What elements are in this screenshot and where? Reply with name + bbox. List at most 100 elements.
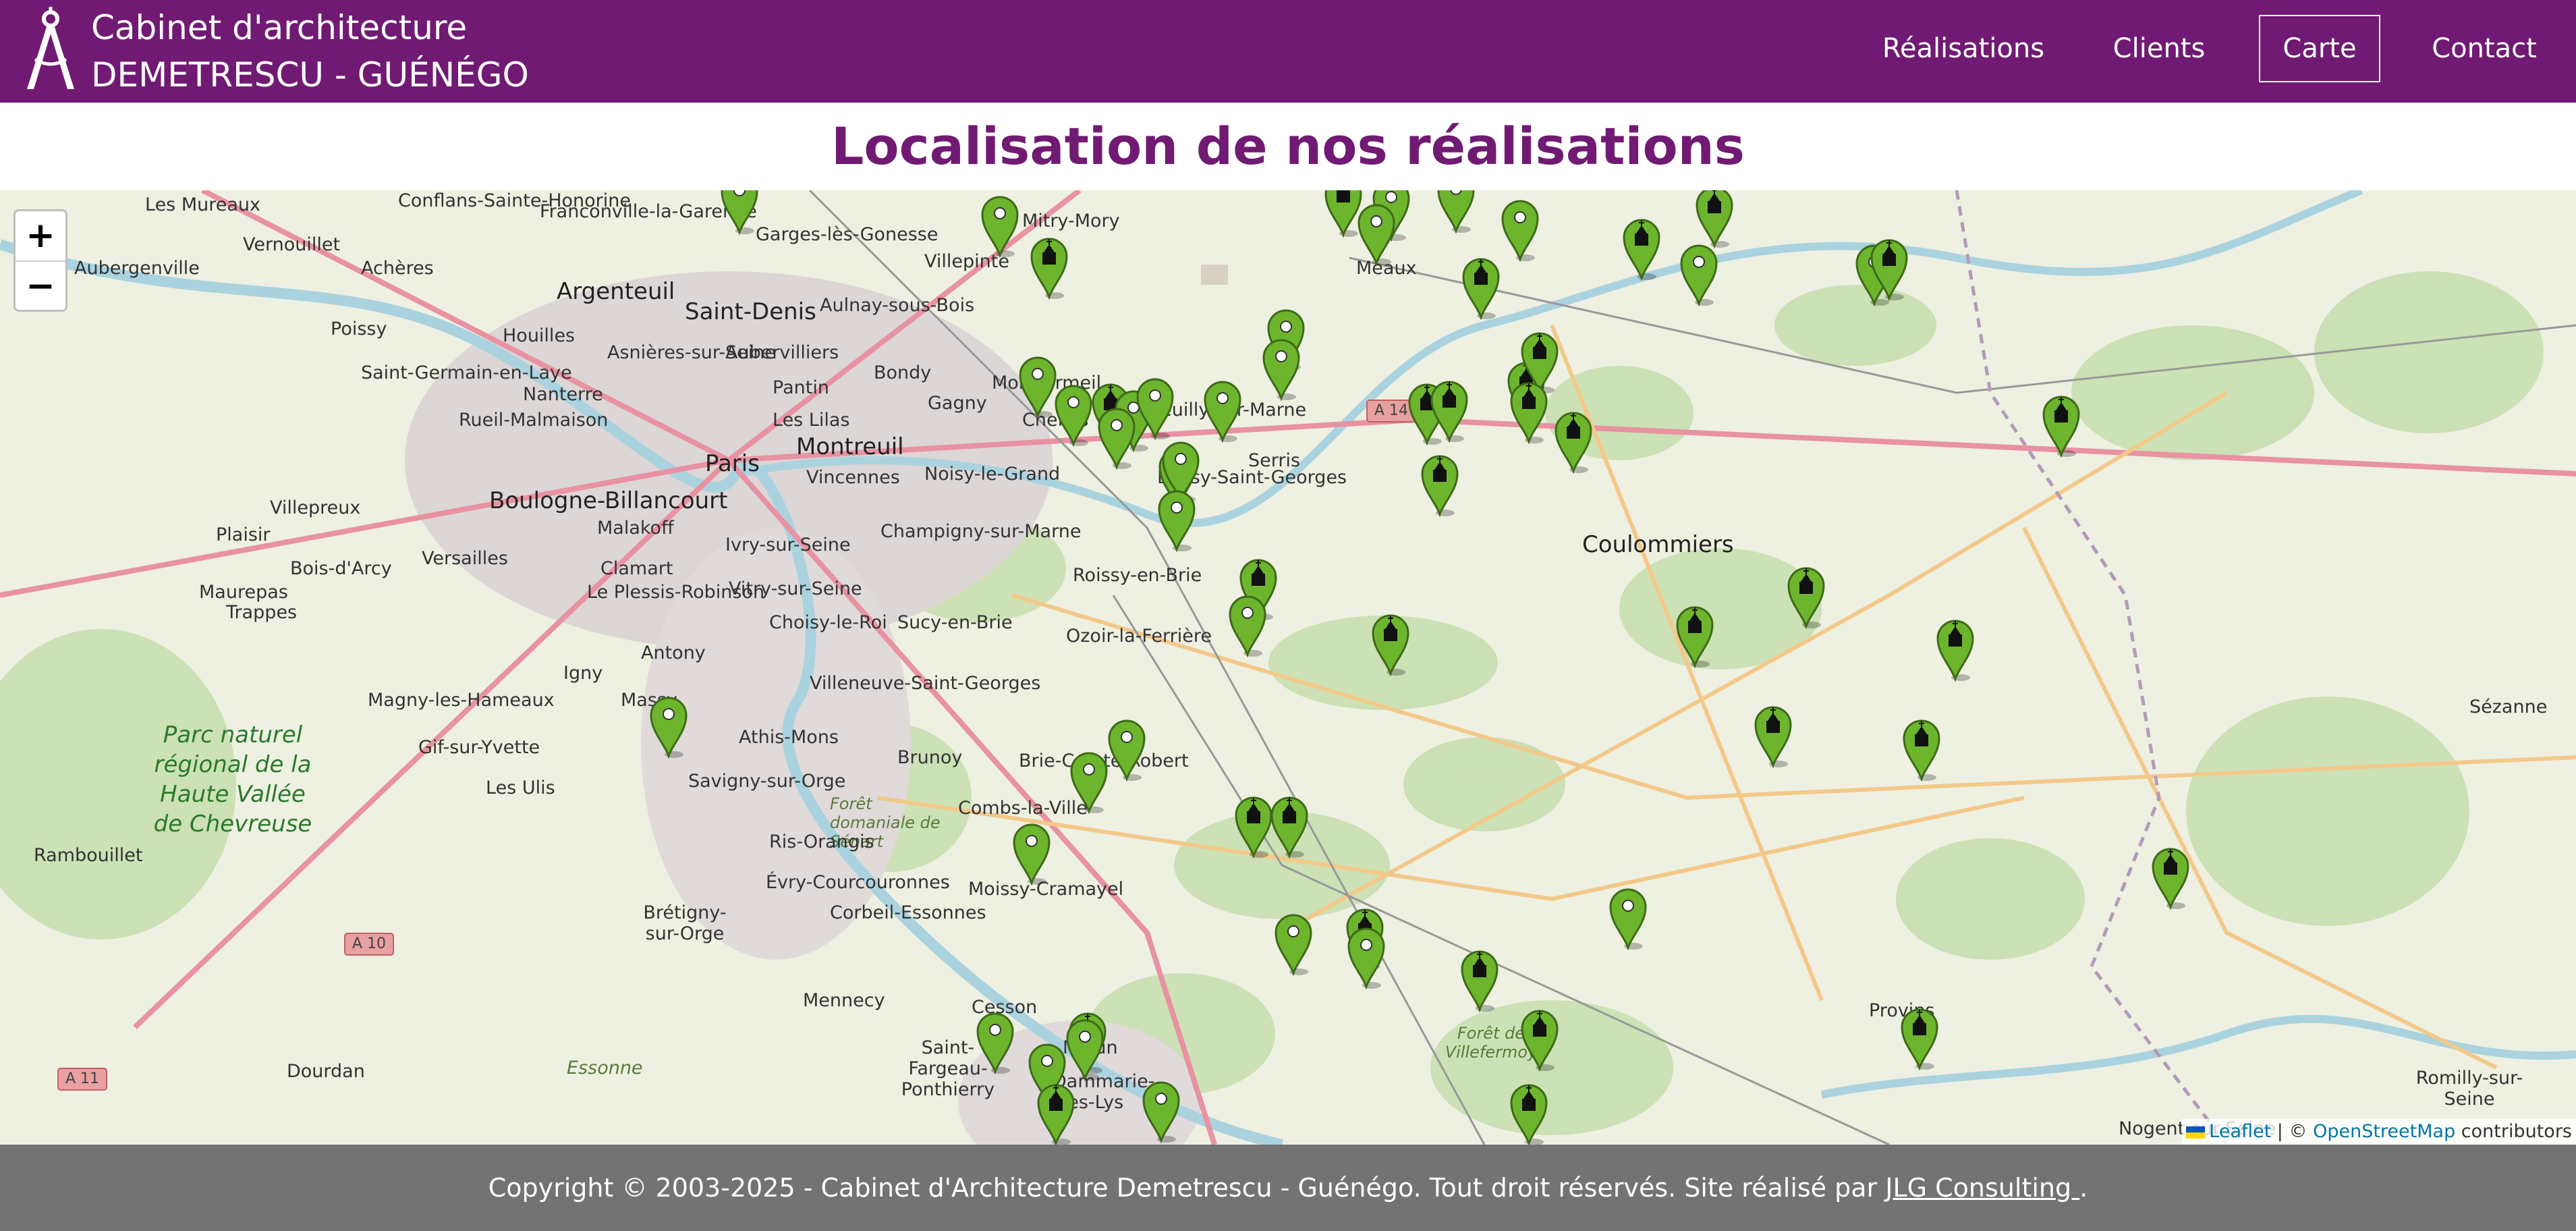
map-marker-church[interactable]: [1752, 703, 1795, 769]
osm-link[interactable]: OpenStreetMap: [2313, 1121, 2455, 1142]
place-label: Boulogne-Billancourt: [489, 487, 728, 514]
map-marker-church[interactable]: [1459, 255, 1503, 321]
map-marker-church[interactable]: [1028, 235, 1071, 300]
place-label: Bondy: [874, 362, 932, 383]
map-marker-church[interactable]: [1369, 611, 1412, 677]
map-marker[interactable]: [647, 694, 690, 759]
map-marker-church[interactable]: [1868, 236, 1911, 302]
leaflet-link[interactable]: Leaflet: [2209, 1121, 2271, 1142]
map-marker[interactable]: [1063, 1016, 1107, 1082]
road-badge: A 10: [344, 933, 395, 956]
map-marker[interactable]: [1133, 375, 1177, 441]
place-label: Champigny-sur-Marne: [880, 521, 1082, 542]
map[interactable]: Les Mureaux Conflans-Sainte-Honorine Fra…: [0, 190, 2576, 1145]
map-marker[interactable]: [1606, 885, 1650, 951]
place-label: Les Mureaux: [145, 194, 260, 215]
map-marker-church[interactable]: [1934, 617, 1977, 682]
place-label: Brétigny-sur-Orge: [643, 902, 727, 944]
footer-end: .: [2079, 1173, 2088, 1203]
nav-realisations[interactable]: Réalisations: [1862, 15, 2065, 82]
place-label: Brunoy: [897, 747, 963, 768]
compass-logo-icon[interactable]: [24, 7, 77, 90]
road-badge: A 11: [57, 1068, 108, 1091]
place-label: Corbeil-Essonnes: [830, 902, 986, 923]
map-marker[interactable]: [1677, 242, 1720, 307]
map-marker-church[interactable]: [1552, 409, 1595, 474]
map-marker[interactable]: [1345, 925, 1388, 990]
map-marker-church[interactable]: [2040, 393, 2083, 458]
map-marker-church[interactable]: [1034, 1081, 1077, 1145]
map-marker-church[interactable]: [1673, 603, 1716, 669]
place-label: Igny: [563, 663, 603, 684]
place-label: Saint-Germain-en-Laye: [361, 362, 572, 383]
place-label: Bois-d'Arcy: [290, 558, 392, 579]
place-label: Évry-Courcouronnes: [766, 872, 950, 893]
ukraine-flag-icon: [2186, 1126, 2206, 1139]
zoom-control: + −: [13, 209, 67, 312]
place-label: Roissy-en-Brie: [1073, 565, 1202, 586]
place-label: Mitry-Mory: [1022, 211, 1120, 231]
footer-credit-link[interactable]: JLG Consulting: [1885, 1173, 2079, 1203]
map-marker-church[interactable]: [1458, 948, 1501, 1013]
place-label: Aubergenville: [74, 258, 200, 279]
map-marker-church[interactable]: [1507, 1081, 1550, 1145]
place-label: Sézanne: [2469, 696, 2548, 717]
place-label: Argenteuil: [557, 278, 675, 305]
map-marker[interactable]: [1272, 911, 1315, 977]
nav-carte[interactable]: Carte: [2259, 15, 2380, 82]
zoom-out-button[interactable]: −: [16, 262, 65, 311]
map-marker-church[interactable]: [1428, 378, 1471, 443]
map-marker[interactable]: [1355, 201, 1398, 267]
map-marker[interactable]: [718, 190, 761, 236]
place-label: Maurepas: [199, 582, 288, 603]
place-label: Ozoir-la-Ferrière: [1066, 626, 1212, 647]
place-label: Plaisir: [216, 524, 271, 545]
map-marker[interactable]: [974, 1010, 1017, 1075]
place-label: Athis-Mons: [739, 727, 839, 748]
map-marker-church[interactable]: [1785, 564, 1828, 630]
map-marker[interactable]: [1140, 1078, 1183, 1144]
map-marker-church[interactable]: [1268, 794, 1311, 859]
map-marker-church[interactable]: [1518, 1007, 1561, 1072]
map-marker-church[interactable]: [1898, 1006, 1941, 1071]
map-marker[interactable]: [1499, 197, 1542, 263]
place-label: Parc naturel régional de la Haute Vallée…: [153, 721, 312, 838]
brand-line1: Cabinet d'architecture: [91, 8, 468, 47]
place-label: Versailles: [422, 548, 508, 569]
brand-name[interactable]: Cabinet d'architecture DEMETRESCU - GUÉN…: [91, 4, 529, 99]
map-marker[interactable]: [1095, 405, 1138, 470]
map-marker-church[interactable]: [1900, 717, 1943, 782]
place-label: Essonne: [567, 1058, 643, 1078]
map-marker[interactable]: [1201, 378, 1244, 443]
place-label: Noisy-le-Grand: [924, 464, 1061, 485]
place-label: Paris: [705, 450, 760, 477]
site-footer: Copyright © 2003-2025 - Cabinet d'Archit…: [0, 1145, 2576, 1231]
site-header: Cabinet d'architecture DEMETRESCU - GUÉN…: [0, 0, 2576, 103]
place-label: Nanterre: [523, 384, 603, 405]
zoom-in-button[interactable]: +: [16, 211, 65, 262]
map-marker[interactable]: [1155, 487, 1198, 553]
nav-contact[interactable]: Contact: [2417, 15, 2552, 82]
map-marker-church[interactable]: [1693, 190, 1736, 249]
map-marker[interactable]: [1226, 593, 1269, 658]
map-marker[interactable]: [1434, 190, 1478, 234]
place-label: Vitry-sur-Seine: [729, 578, 862, 599]
map-marker[interactable]: [978, 193, 1021, 258]
place-label: Les Lilas: [773, 410, 850, 431]
place-label: Trappes: [226, 602, 298, 623]
map-marker-church[interactable]: [1507, 379, 1550, 445]
place-label: Choisy-le-Roi: [769, 612, 887, 633]
map-marker[interactable]: [1260, 336, 1303, 402]
map-marker[interactable]: [1067, 749, 1111, 815]
page-title: Localisation de nos réalisations: [831, 116, 1745, 176]
nav-clients[interactable]: Clients: [2098, 15, 2220, 82]
map-marker[interactable]: [1010, 821, 1053, 886]
place-label: Pantin: [773, 377, 829, 398]
place-label: Rambouillet: [34, 845, 143, 866]
map-marker-church[interactable]: [1620, 216, 1663, 281]
map-marker-church[interactable]: [1418, 452, 1461, 518]
map-marker[interactable]: [1105, 717, 1148, 782]
map-marker-church[interactable]: [2149, 845, 2192, 910]
place-label: Aulnay-sous-Bois: [820, 295, 975, 316]
attribution-separator: | ©: [2271, 1121, 2314, 1142]
